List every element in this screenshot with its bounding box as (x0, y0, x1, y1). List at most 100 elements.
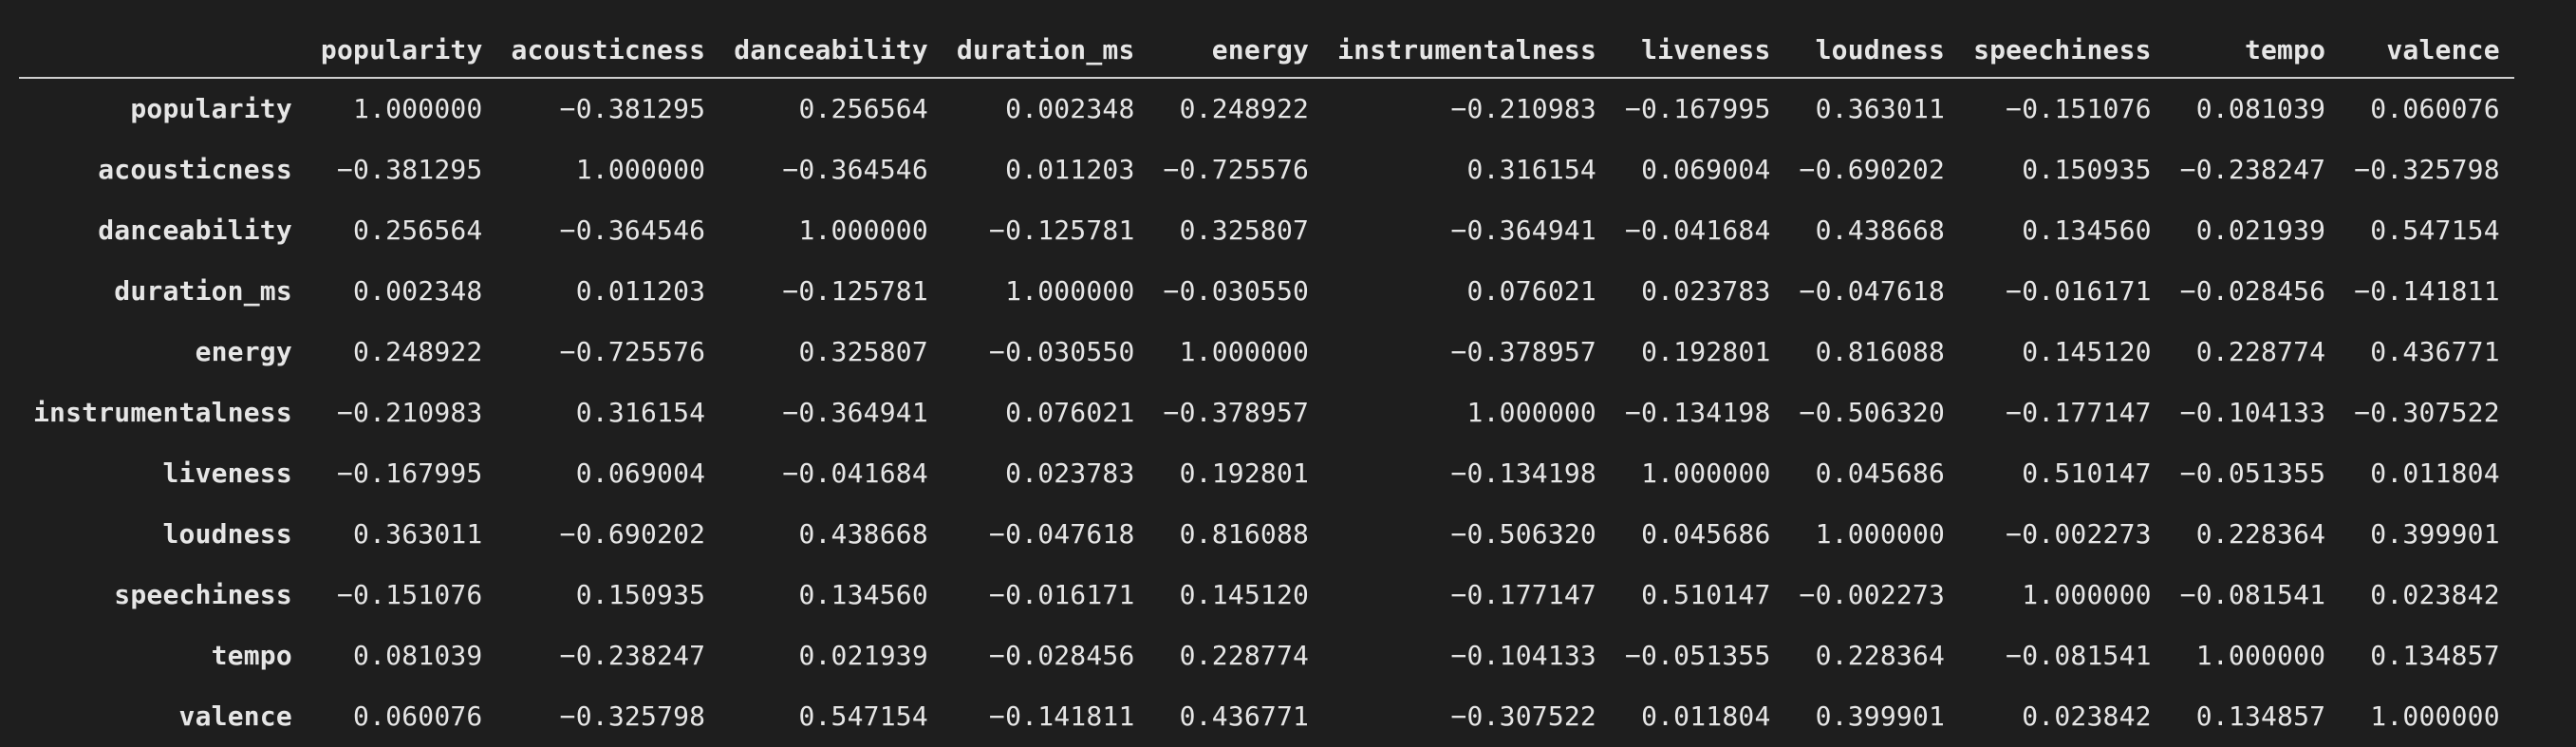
row-index-label: speechiness (114, 579, 292, 610)
table-row: loudness 0.363011 −0.690202 0.438668 −0.0476… (19, 504, 2514, 565)
table-cell: −0.141811 (989, 700, 1135, 732)
table-cell: −0.002273 (1799, 579, 1946, 610)
table-cell: −0.081541 (2006, 640, 2152, 671)
table-cell: 0.192801 (1641, 336, 1771, 367)
table-row: valence 0.060076 −0.325798 0.547154 −0.14181… (19, 686, 2514, 747)
table-cell: −0.506320 (1450, 518, 1596, 550)
table-cell: 1.000000 (2370, 700, 2500, 732)
table-row: duration_ms 0.002348 0.011203 −0.125781 1.00… (19, 261, 2514, 322)
table-cell: 0.316154 (1466, 154, 1596, 185)
table-cell: −0.151076 (2006, 93, 2152, 124)
row-index-label: danceability (98, 215, 292, 246)
table-cell: −0.364546 (782, 154, 928, 185)
table-cell: −0.364941 (782, 397, 928, 428)
table-cell: 1.000000 (2022, 579, 2152, 610)
table-row: popularity 1.000000 −0.381295 0.256564 0.002… (19, 78, 2514, 140)
table-cell: 0.023842 (2022, 700, 2152, 732)
table-cell: −0.210983 (1450, 93, 1596, 124)
table-cell: −0.104133 (1450, 640, 1596, 671)
table-cell: −0.506320 (1799, 397, 1946, 428)
table-cell: 0.145120 (1179, 579, 1310, 610)
table-cell: 0.023842 (2370, 579, 2500, 610)
table-cell: −0.016171 (2006, 275, 2152, 307)
table-cell: 0.069004 (575, 458, 706, 489)
table-cell: 0.023783 (1641, 275, 1771, 307)
row-index-label: loudness (162, 518, 292, 550)
column-header: energy (1148, 24, 1324, 79)
table-cell: −0.047618 (989, 518, 1135, 550)
table-cell: 0.438668 (1815, 215, 1946, 246)
row-index-label: tempo (211, 640, 292, 671)
table-cell: 0.325807 (1179, 215, 1310, 246)
table-cell: −0.028456 (989, 640, 1135, 671)
table-cell: −0.177147 (1450, 579, 1596, 610)
table-cell: 0.134560 (798, 579, 928, 610)
table-cell: 0.150935 (2022, 154, 2152, 185)
table-cell: 0.011203 (1005, 154, 1135, 185)
table-cell: 0.045686 (1815, 458, 1946, 489)
table-cell: −0.325798 (2354, 154, 2500, 185)
table-cell: 1.000000 (1005, 275, 1135, 307)
row-index-label: duration_ms (114, 275, 292, 307)
column-header: speechiness (1959, 24, 2166, 79)
table-cell: 0.076021 (1005, 397, 1135, 428)
table-cell: 0.228364 (1815, 640, 1946, 671)
table-cell: −0.381295 (336, 154, 483, 185)
table-cell: 0.011804 (2370, 458, 2500, 489)
table-cell: 0.002348 (1005, 93, 1135, 124)
table-cell: 0.510147 (1641, 579, 1771, 610)
table-row: instrumentalness −0.210983 0.316154 −0.3649… (19, 383, 2514, 443)
table-row: liveness −0.167995 0.069004 −0.041684 0.0237… (19, 443, 2514, 504)
table-row: speechiness −0.151076 0.150935 0.134560 −0.0… (19, 565, 2514, 626)
row-index-label: liveness (162, 458, 292, 489)
correlation-table: popularity acousticness danceability dur… (19, 24, 2514, 747)
table-cell: 1.000000 (1815, 518, 1946, 550)
table-cell: 0.011804 (1641, 700, 1771, 732)
table-cell: −0.378957 (1450, 336, 1596, 367)
table-cell: −0.364941 (1450, 215, 1596, 246)
row-index-label: energy (195, 336, 292, 367)
table-cell: 0.228774 (1179, 640, 1310, 671)
table-cell: −0.051355 (2179, 458, 2326, 489)
column-header: acousticness (496, 24, 720, 79)
table-cell: 0.081039 (353, 640, 483, 671)
table-cell: −0.030550 (989, 336, 1135, 367)
table-cell: 0.256564 (353, 215, 483, 246)
table-cell: 0.816088 (1815, 336, 1946, 367)
table-cell: 1.000000 (1641, 458, 1771, 489)
table-cell: −0.051355 (1625, 640, 1771, 671)
column-header: duration_ms (942, 24, 1149, 79)
table-header: popularity acousticness danceability dur… (19, 24, 2514, 79)
table-cell: 0.011203 (575, 275, 706, 307)
table-cell: 0.134560 (2022, 215, 2152, 246)
table-cell: 1.000000 (353, 93, 483, 124)
table-row: energy 0.248922 −0.725576 0.325807 −0.030550… (19, 322, 2514, 383)
table-cell: −0.725576 (559, 336, 706, 367)
correlation-table-container: popularity acousticness danceability dur… (19, 24, 2514, 747)
table-cell: −0.081541 (2179, 579, 2326, 610)
table-cell: 0.081039 (2195, 93, 2326, 124)
table-cell: −0.125781 (782, 275, 928, 307)
column-header: valence (2340, 24, 2514, 79)
table-cell: 0.436771 (1179, 700, 1310, 732)
table-row: tempo 0.081039 −0.238247 0.021939 −0.028456 0… (19, 626, 2514, 686)
table-cell: 0.547154 (2370, 215, 2500, 246)
table-cell: −0.238247 (559, 640, 706, 671)
table-cell: 0.547154 (798, 700, 928, 732)
table-cell: 0.060076 (353, 700, 483, 732)
table-cell: 1.000000 (798, 215, 928, 246)
table-cell: 0.228774 (2195, 336, 2326, 367)
table-cell: 0.069004 (1641, 154, 1771, 185)
table-cell: 0.316154 (575, 397, 706, 428)
table-cell: −0.238247 (2179, 154, 2326, 185)
header-row: popularity acousticness danceability dur… (19, 24, 2514, 79)
table-cell: 0.325807 (798, 336, 928, 367)
table-cell: −0.167995 (336, 458, 483, 489)
table-cell: 0.134857 (2195, 700, 2326, 732)
row-index-label: instrumentalness (33, 397, 292, 428)
table-cell: 0.436771 (2370, 336, 2500, 367)
table-cell: −0.041684 (782, 458, 928, 489)
table-cell: −0.690202 (559, 518, 706, 550)
column-header: danceability (719, 24, 943, 79)
table-row: danceability 0.256564 −0.364546 1.000000 −0.… (19, 200, 2514, 261)
